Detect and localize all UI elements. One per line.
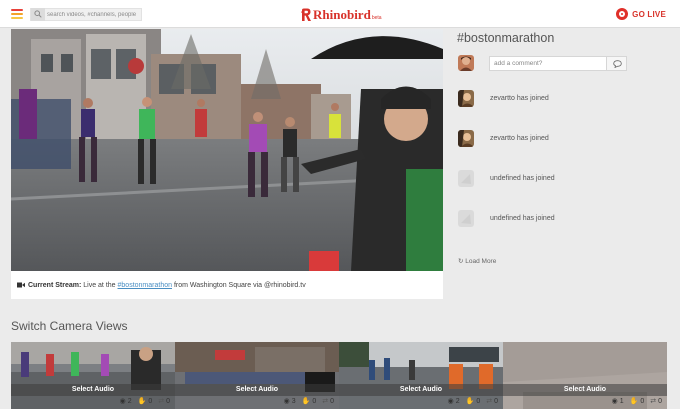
feed-text: undefined has joined: [490, 175, 555, 182]
user-avatar[interactable]: [458, 55, 474, 71]
feed-item: zevartto has joined: [457, 130, 657, 148]
rhino-logo-icon: [301, 8, 311, 21]
feed-text: undefined has joined: [490, 215, 555, 222]
chat-bubble-icon: [613, 60, 622, 68]
rhinobird-logo[interactable]: Rhinobird beta: [301, 6, 382, 22]
retweet-icon[interactable]: ⇄: [158, 397, 164, 405]
video-frame: [11, 29, 443, 271]
likes-count: 0: [148, 397, 153, 405]
thumbs-up-icon[interactable]: ✋: [466, 397, 475, 405]
camera-thumbnail[interactable]: Select Audio ◉ 1 ✋ 0 ⇄ 0: [503, 342, 667, 409]
select-audio-button[interactable]: Select Audio: [175, 384, 339, 396]
switch-camera-title: Switch Camera Views: [11, 319, 128, 333]
channel-hashtag: #bostonmarathon: [457, 31, 555, 45]
likes-count: 0: [476, 397, 481, 405]
camera-thumbnail[interactable]: Select Audio ◉ 3 ✋ 0 ⇄ 0: [175, 342, 339, 409]
views-count: 1: [619, 397, 624, 405]
shares-count: 0: [658, 397, 662, 405]
video-player[interactable]: [11, 29, 443, 271]
eye-icon: ◉: [119, 398, 126, 405]
caption-prefix: Live at the: [83, 282, 116, 289]
feed-item: zevartto has joined: [457, 90, 657, 108]
search-icon[interactable]: [31, 8, 45, 21]
thumbnail-stats: ◉ 2 ✋ 0 ⇄ 0: [447, 397, 498, 406]
shares-count: 0: [494, 397, 498, 405]
go-live-button[interactable]: GO LIVE: [616, 8, 666, 20]
thumbs-up-icon[interactable]: ✋: [630, 397, 639, 405]
video-camera-icon: [17, 282, 25, 288]
select-audio-button[interactable]: Select Audio: [503, 384, 667, 396]
retweet-icon[interactable]: ⇄: [486, 397, 492, 405]
select-audio-button[interactable]: Select Audio: [339, 384, 503, 396]
views-count: 2: [455, 397, 460, 405]
feed-text: zevartto has joined: [490, 95, 549, 102]
comment-input[interactable]: [489, 56, 607, 71]
logo-text: Rhinobird: [313, 7, 371, 22]
thumbnail-stats: ◉ 2 ✋ 0 ⇄ 0: [119, 397, 170, 406]
eye-icon: ◉: [283, 398, 290, 405]
current-stream-label: Current Stream:: [28, 282, 82, 289]
feed-avatar[interactable]: [458, 90, 474, 107]
hashtag-link[interactable]: #bostonmarathon: [118, 282, 172, 289]
load-more-link[interactable]: ↻ Load More: [458, 257, 496, 265]
caption-suffix: from Washington Square via @rhinobird.tv: [173, 282, 306, 289]
feed-item: undefined has joined: [457, 170, 657, 188]
go-live-label: GO LIVE: [632, 9, 666, 19]
shares-count: 0: [166, 397, 170, 405]
load-more-label: Load More: [465, 258, 497, 265]
send-comment-button[interactable]: [606, 56, 627, 71]
camera-thumbnail[interactable]: Select Audio ◉ 2 ✋ 0 ⇄ 0: [339, 342, 503, 409]
search-box: [30, 8, 142, 21]
search-input[interactable]: [47, 9, 141, 20]
views-count: 2: [127, 397, 132, 405]
retweet-icon[interactable]: ⇄: [322, 397, 328, 405]
shares-count: 0: [330, 397, 334, 405]
views-count: 3: [291, 397, 296, 405]
refresh-icon: ↻: [458, 258, 464, 265]
select-audio-button[interactable]: Select Audio: [11, 384, 175, 396]
likes-count: 0: [312, 397, 317, 405]
feed-item: undefined has joined: [457, 210, 657, 228]
camera-thumbnail[interactable]: Select Audio ◉ 2 ✋ 0 ⇄ 0: [11, 342, 175, 409]
eye-icon: ◉: [447, 398, 454, 405]
likes-count: 0: [640, 397, 645, 405]
feed-avatar[interactable]: [458, 170, 474, 187]
feed-avatar[interactable]: [458, 210, 474, 227]
beta-badge: beta: [371, 15, 382, 21]
retweet-icon[interactable]: ⇄: [650, 397, 656, 405]
eye-icon: ◉: [611, 398, 618, 405]
feed-text: zevartto has joined: [490, 135, 549, 142]
live-record-icon: [616, 8, 629, 20]
thumbnail-stats: ◉ 1 ✋ 0 ⇄ 0: [611, 397, 662, 406]
feed-avatar[interactable]: [458, 130, 474, 147]
stream-caption: Current Stream: Live at the #bostonmarat…: [11, 271, 443, 299]
thumbs-up-icon[interactable]: ✋: [302, 397, 311, 405]
top-bar: Rhinobird beta GO LIVE: [0, 0, 680, 28]
menu-icon[interactable]: [11, 9, 23, 19]
thumbs-up-icon[interactable]: ✋: [138, 397, 147, 405]
thumbnail-stats: ◉ 3 ✋ 0 ⇄ 0: [283, 397, 334, 406]
